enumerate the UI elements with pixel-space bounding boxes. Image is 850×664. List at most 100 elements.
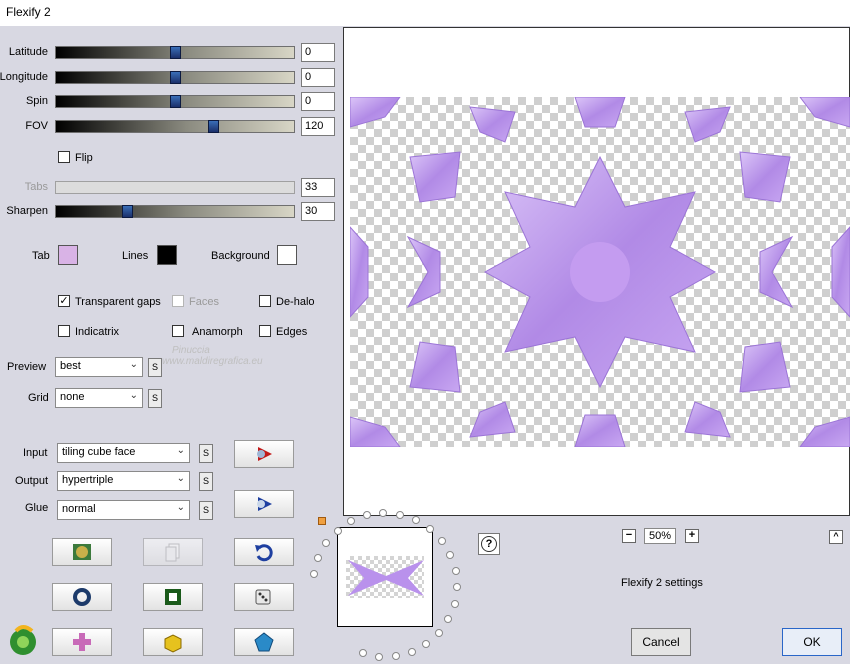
lines-color-swatch[interactable] (157, 245, 177, 265)
navigator-dot[interactable] (422, 639, 431, 648)
faces-checkbox[interactable] (172, 295, 184, 307)
dice-button[interactable] (234, 583, 294, 611)
cube-icon (164, 634, 182, 653)
navigator-thumbnail[interactable] (337, 527, 433, 627)
navigator-dot[interactable] (437, 536, 446, 545)
glue-s-button[interactable]: S (199, 501, 213, 520)
faces-label: Faces (189, 296, 219, 308)
tab-color-swatch[interactable] (58, 245, 78, 265)
latitude-value-field[interactable]: 0 (301, 43, 335, 62)
tabs-value-field[interactable]: 33 (301, 178, 335, 197)
cancel-button[interactable]: Cancel (631, 628, 691, 656)
preview-canvas[interactable] (350, 97, 850, 447)
navigator-dot[interactable] (375, 652, 384, 661)
spin-slider[interactable] (55, 95, 295, 108)
background-color-swatch[interactable] (277, 245, 297, 265)
input-s-button[interactable]: S (199, 444, 213, 463)
navigator-dot[interactable] (362, 511, 371, 520)
de-halo-checkbox[interactable] (259, 295, 271, 307)
ring-button[interactable] (52, 583, 112, 611)
pentagon-icon (254, 632, 274, 652)
navigator-dot[interactable] (434, 628, 443, 637)
cube-button[interactable] (143, 628, 203, 656)
pentagon-button[interactable] (234, 628, 294, 656)
tabs-slider[interactable] (55, 181, 295, 194)
copy-button[interactable] (143, 538, 203, 566)
navigator-dot[interactable] (444, 615, 453, 624)
frame-button[interactable] (143, 583, 203, 611)
input-select[interactable]: tiling cube face ⌄ (57, 443, 190, 463)
fov-slider[interactable] (55, 120, 295, 133)
chevron-down-icon: ⌄ (129, 390, 138, 401)
navigator-dot[interactable] (314, 553, 323, 562)
preview-s-button[interactable]: S (148, 358, 162, 377)
navigator-dot[interactable] (322, 539, 331, 548)
ok-button[interactable]: OK (782, 628, 842, 656)
navigator-dot[interactable] (450, 599, 459, 608)
latitude-slider[interactable] (55, 46, 295, 59)
collapse-button[interactable]: ^ (829, 530, 843, 544)
preview-select[interactable]: best ⌄ (55, 357, 143, 377)
navigator-dot[interactable] (395, 510, 404, 519)
random-output-button[interactable] (234, 490, 294, 518)
output-select[interactable]: hypertriple ⌄ (57, 471, 190, 491)
undo-button[interactable] (234, 538, 294, 566)
anamorph-checkbox[interactable] (172, 325, 184, 337)
output-label: Output (15, 475, 49, 487)
background-color-label: Background (211, 250, 270, 262)
fov-value-field[interactable]: 120 (301, 117, 335, 136)
transparent-gaps-label: Transparent gaps (75, 296, 161, 308)
input-select-value: tiling cube face (62, 446, 136, 458)
navigator-dot[interactable] (452, 583, 461, 592)
sharpen-slider-thumb[interactable] (122, 205, 134, 218)
navigator-dot[interactable] (358, 649, 367, 658)
dice-icon (255, 589, 271, 605)
latitude-slider-thumb[interactable] (170, 46, 181, 59)
flip-checkbox[interactable] (58, 151, 70, 163)
chevron-down-icon: ⌄ (129, 359, 138, 370)
slider-label-tabs: Tabs (24, 181, 48, 193)
load-preset-button[interactable] (52, 538, 112, 566)
edges-checkbox[interactable] (259, 325, 271, 337)
indicatrix-checkbox[interactable] (58, 325, 70, 337)
cross-button[interactable] (52, 628, 112, 656)
output-s-button[interactable]: S (199, 472, 213, 491)
window-title: Flexify 2 (6, 5, 51, 19)
glue-select[interactable]: normal ⌄ (57, 500, 190, 520)
help-button[interactable]: ? (478, 533, 500, 555)
transparent-gaps-checkbox[interactable]: ✓ (58, 295, 70, 307)
slider-label-fov: FOV (25, 120, 48, 132)
random-input-button[interactable] (234, 440, 294, 468)
zoom-level: 50% (644, 528, 676, 544)
indicatrix-label: Indicatrix (75, 326, 120, 338)
navigator-dot[interactable] (333, 526, 342, 535)
zoom-in-button[interactable]: + (685, 529, 699, 543)
spin-value-field[interactable]: 0 (301, 92, 335, 111)
navigator-handle-icon[interactable] (318, 517, 326, 525)
grid-s-button[interactable]: S (148, 389, 162, 408)
navigator-dot[interactable] (446, 550, 455, 559)
flip-label: Flip (75, 152, 93, 164)
sharpen-value-field[interactable]: 30 (301, 202, 335, 221)
navigator-dot[interactable] (451, 566, 460, 575)
longitude-value-field[interactable]: 0 (301, 68, 335, 87)
navigator-dot[interactable] (411, 515, 420, 524)
sharpen-slider[interactable] (55, 205, 295, 218)
navigator-dot[interactable] (425, 524, 434, 533)
slider-label-spin: Spin (25, 95, 48, 107)
lines-color-label: Lines (122, 250, 149, 262)
spin-slider-thumb[interactable] (170, 95, 181, 108)
navigator-dot[interactable] (407, 647, 416, 656)
grid-select[interactable]: none ⌄ (55, 388, 143, 408)
chevron-down-icon: ⌄ (176, 502, 185, 513)
navigator-dot[interactable] (347, 517, 356, 526)
play-arrow-icon (257, 447, 272, 461)
glue-select-value: normal (62, 503, 96, 515)
navigator-dot[interactable] (391, 652, 400, 661)
navigator-dot[interactable] (309, 569, 318, 578)
longitude-slider-thumb[interactable] (170, 71, 181, 84)
slider-label-sharpen: Sharpen (6, 205, 48, 217)
zoom-out-button[interactable]: − (622, 529, 636, 543)
longitude-slider[interactable] (55, 71, 295, 84)
fov-slider-thumb[interactable] (208, 120, 220, 133)
